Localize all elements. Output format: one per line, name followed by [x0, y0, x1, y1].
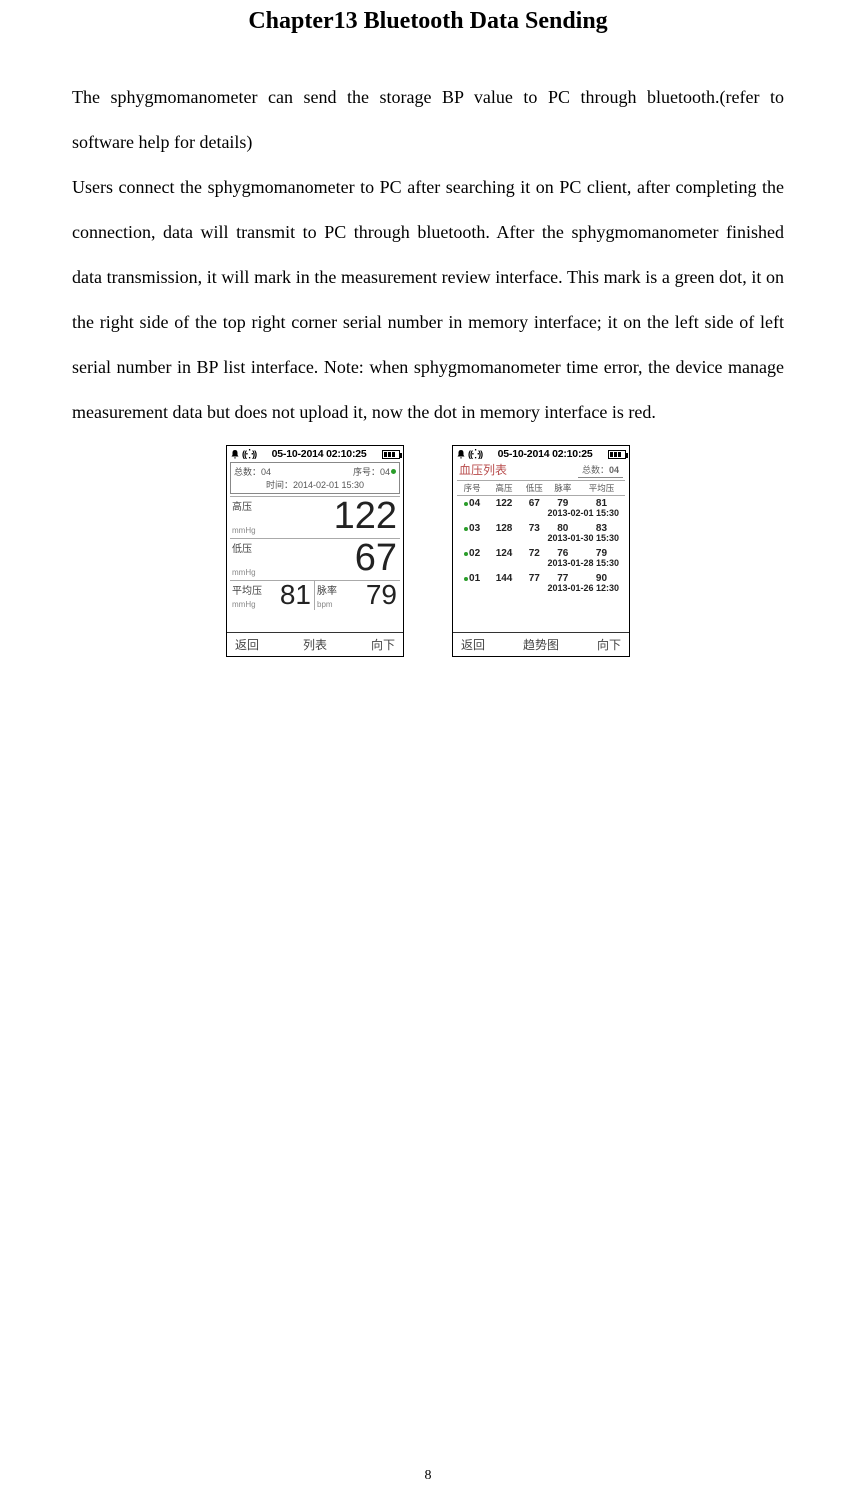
body-text: The sphygmomanometer can send the storag… [72, 75, 784, 435]
mean-value: 81 [264, 581, 314, 610]
record-meta: 总数：04 序号：04 时间：2014-02-01 15:30 [230, 462, 400, 494]
paragraph-2: Users connect the sphygmomanometer to PC… [72, 165, 784, 435]
paragraph-1a: The sphygmomanometer can send the storag… [72, 75, 784, 120]
softkey-bar: 返回 列表 向下 [227, 632, 403, 656]
diastolic-label: 低压 [232, 540, 256, 555]
row-timestamp: 2013-01-28 15:30 [457, 558, 625, 568]
list-item[interactable]: 031287380832013-01-30 15:30 [457, 521, 625, 546]
list-header: 序号 高压 低压 脉率 平均压 [457, 480, 625, 496]
alarm-icon [456, 449, 466, 459]
down-button[interactable]: 向下 [597, 636, 621, 653]
signal-icon: ((⁛)) [242, 449, 256, 460]
upload-dot-icon [464, 502, 468, 506]
diastolic-row: 低压 mmHg 67 [230, 538, 400, 578]
list-item[interactable]: 041226779812013-02-01 15:30 [457, 496, 625, 521]
systolic-value: 122 [258, 497, 400, 536]
mean-unit: mmHg [232, 600, 262, 609]
device-screenshots: ((⁛)) 05-10-2014 02:10:25 总数：04 序号：04 时间… [72, 445, 784, 657]
status-bar: ((⁛)) 05-10-2014 02:10:25 [453, 446, 629, 460]
paragraph-1b: software help for details) [72, 120, 784, 165]
row-timestamp: 2013-01-30 15:30 [457, 533, 625, 543]
battery-icon [382, 450, 400, 459]
list-title-row: 血压列表 总数：04 [453, 461, 629, 478]
total-count: 总数：04 [234, 465, 271, 478]
pulse-unit: bpm [317, 600, 337, 609]
upload-dot-icon [464, 527, 468, 531]
list-body: 041226779812013-02-01 15:300312873808320… [457, 496, 625, 596]
signal-icon: ((⁛)) [468, 449, 482, 460]
hdr-avg: 平均压 [578, 482, 625, 494]
upload-dot-icon [464, 577, 468, 581]
status-bar: ((⁛)) 05-10-2014 02:10:25 [227, 446, 403, 460]
hdr-pulse: 脉率 [548, 482, 578, 494]
systolic-row: 高压 mmHg 122 [230, 496, 400, 536]
battery-icon [608, 450, 626, 459]
upload-dot-icon [391, 469, 396, 474]
trend-button[interactable]: 趋势图 [523, 636, 559, 653]
list-button[interactable]: 列表 [303, 636, 327, 653]
diastolic-value: 67 [258, 539, 400, 578]
list-title: 血压列表 [459, 461, 507, 478]
systolic-unit: mmHg [232, 526, 256, 535]
hdr-low: 低压 [521, 482, 548, 494]
list-item[interactable]: 021247276792013-01-28 15:30 [457, 546, 625, 571]
row-timestamp: 2013-01-26 12:30 [457, 583, 625, 593]
avg-pulse-row: 平均压 mmHg 81 脉率 bpm 79 [230, 580, 400, 610]
chapter-title: Chapter13 Bluetooth Data Sending [72, 8, 784, 35]
device-screen-bp-list: ((⁛)) 05-10-2014 02:10:25 血压列表 总数：04 序号 … [452, 445, 630, 657]
row-timestamp: 2013-02-01 15:30 [457, 508, 625, 518]
status-datetime: 05-10-2014 02:10:25 [484, 448, 606, 460]
back-button[interactable]: 返回 [461, 636, 485, 653]
page-number: 8 [0, 1468, 856, 1484]
systolic-label: 高压 [232, 498, 256, 513]
status-datetime: 05-10-2014 02:10:25 [258, 448, 380, 460]
down-button[interactable]: 向下 [371, 636, 395, 653]
pulse-label: 脉率 [317, 582, 337, 597]
back-button[interactable]: 返回 [235, 636, 259, 653]
mean-label: 平均压 [232, 582, 262, 597]
pulse-value: 79 [339, 581, 400, 610]
softkey-bar: 返回 趋势图 向下 [453, 632, 629, 656]
device-screen-memory: ((⁛)) 05-10-2014 02:10:25 总数：04 序号：04 时间… [226, 445, 404, 657]
record-time: 时间：2014-02-01 15:30 [234, 478, 396, 491]
list-item[interactable]: 011447777902013-01-26 12:30 [457, 571, 625, 596]
alarm-icon [230, 449, 240, 459]
list-total: 总数：04 [578, 462, 623, 478]
upload-dot-icon [464, 552, 468, 556]
sequence-number: 序号：04 [353, 465, 390, 478]
diastolic-unit: mmHg [232, 568, 256, 577]
hdr-high: 高压 [487, 482, 521, 494]
hdr-seq: 序号 [457, 482, 487, 494]
